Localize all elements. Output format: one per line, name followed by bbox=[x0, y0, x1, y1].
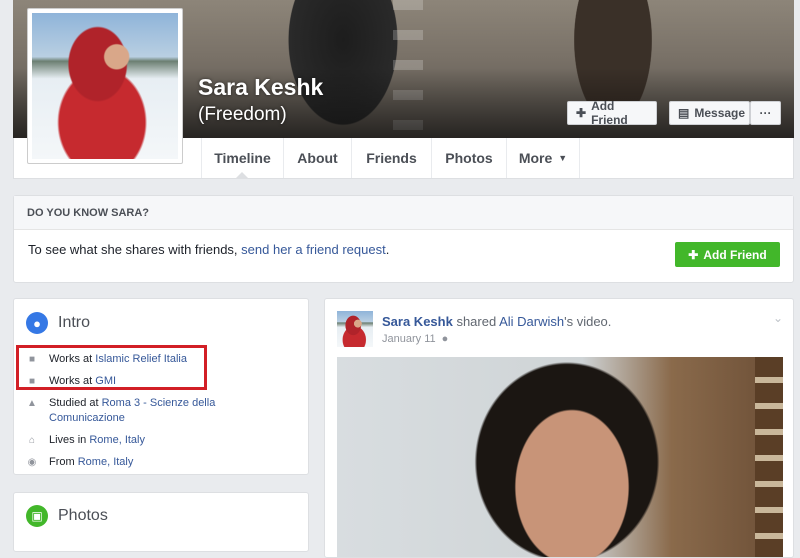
prompt-text-end: . bbox=[385, 242, 390, 257]
graduation-cap-icon: ▲ bbox=[27, 398, 37, 409]
video-player[interactable] bbox=[337, 357, 783, 557]
tab-photos-label: Photos bbox=[445, 150, 493, 166]
avatar[interactable] bbox=[337, 311, 373, 347]
add-friend-icon: ✚ bbox=[576, 106, 587, 120]
photos-title: Photos bbox=[58, 507, 108, 524]
message-label: Message bbox=[694, 106, 746, 120]
friend-request-prompt: DO YOU KNOW SARA? To see what she shares… bbox=[13, 195, 794, 283]
tab-more-label: More bbox=[518, 150, 553, 166]
add-friend-button[interactable]: ✚ Add Friend bbox=[567, 99, 657, 127]
intro-prefix: Studied at bbox=[49, 397, 102, 409]
hometown-link[interactable]: Rome, Italy bbox=[78, 456, 134, 468]
post-date[interactable]: January 11 bbox=[382, 333, 436, 345]
prompt-heading: DO YOU KNOW SARA? bbox=[14, 196, 793, 230]
home-icon: ⌂ bbox=[28, 435, 36, 446]
intro-prefix: Lives in bbox=[49, 434, 90, 446]
intro-prefix: From bbox=[49, 456, 78, 468]
post-header: Sara Keshk shared Ali Darwish's video. bbox=[382, 314, 611, 329]
photos-card: ▣ Photos bbox=[13, 492, 309, 552]
post-options-chevron-icon[interactable]: ⌄ bbox=[773, 311, 783, 325]
message-icon: ▤ bbox=[678, 106, 690, 120]
profile-picture[interactable] bbox=[27, 8, 183, 164]
intro-header: ● Intro bbox=[26, 312, 90, 334]
video-background-shelf bbox=[755, 357, 783, 557]
red-highlight-box bbox=[16, 345, 207, 390]
add-friend-green-label: Add Friend bbox=[703, 247, 767, 262]
intro-item-education: ▲ Studied at Roma 3 - Scienze della Comu… bbox=[26, 396, 226, 426]
add-friend-icon: ✚ bbox=[688, 247, 699, 262]
profile-alternate-name: (Freedom) bbox=[198, 104, 287, 125]
globe-icon: ● bbox=[26, 312, 48, 334]
tab-friends[interactable]: Friends bbox=[352, 138, 432, 178]
intro-title: Intro bbox=[58, 314, 91, 331]
post-suffix: 's video. bbox=[564, 314, 612, 329]
ellipsis-icon: ··· bbox=[759, 106, 772, 120]
feed-post: Sara Keshk shared Ali Darwish's video. J… bbox=[324, 298, 794, 558]
message-button[interactable]: ▤ Message bbox=[669, 101, 750, 125]
city-link[interactable]: Rome, Italy bbox=[89, 434, 145, 446]
tab-about[interactable]: About bbox=[284, 138, 352, 178]
tab-about-label: About bbox=[297, 150, 338, 166]
post-target-link[interactable]: Ali Darwish bbox=[499, 314, 564, 329]
friend-request-link[interactable]: send her a friend request bbox=[241, 242, 386, 257]
add-friend-green-button[interactable]: ✚ Add Friend bbox=[675, 242, 780, 267]
tab-timeline-label: Timeline bbox=[214, 150, 271, 166]
active-tab-indicator bbox=[235, 172, 249, 179]
prompt-text-start: To see what she shares with friends, bbox=[28, 242, 242, 257]
post-author-link[interactable]: Sara Keshk bbox=[382, 314, 453, 329]
photos-header[interactable]: ▣ Photos bbox=[26, 505, 108, 527]
more-options-button[interactable]: ··· bbox=[750, 101, 781, 125]
chevron-down-icon: ▼ bbox=[558, 153, 568, 163]
tab-photos[interactable]: Photos bbox=[432, 138, 507, 178]
post-meta: January 11 ● bbox=[382, 333, 448, 345]
profile-name[interactable]: Sara Keshk bbox=[198, 74, 323, 101]
add-friend-label: Add Friend bbox=[591, 99, 628, 127]
intro-item-from: ◉ From Rome, Italy bbox=[26, 455, 134, 470]
photo-icon: ▣ bbox=[26, 505, 48, 527]
prompt-text: To see what she shares with friends, sen… bbox=[28, 242, 389, 257]
globe-icon: ● bbox=[441, 333, 449, 345]
intro-item-lives: ⌂ Lives in Rome, Italy bbox=[26, 433, 145, 448]
tab-more[interactable]: More ▼ bbox=[507, 138, 580, 178]
post-action: shared bbox=[452, 314, 500, 329]
location-pin-icon: ◉ bbox=[27, 457, 37, 468]
tab-friends-label: Friends bbox=[366, 150, 417, 166]
profile-image bbox=[32, 13, 178, 159]
